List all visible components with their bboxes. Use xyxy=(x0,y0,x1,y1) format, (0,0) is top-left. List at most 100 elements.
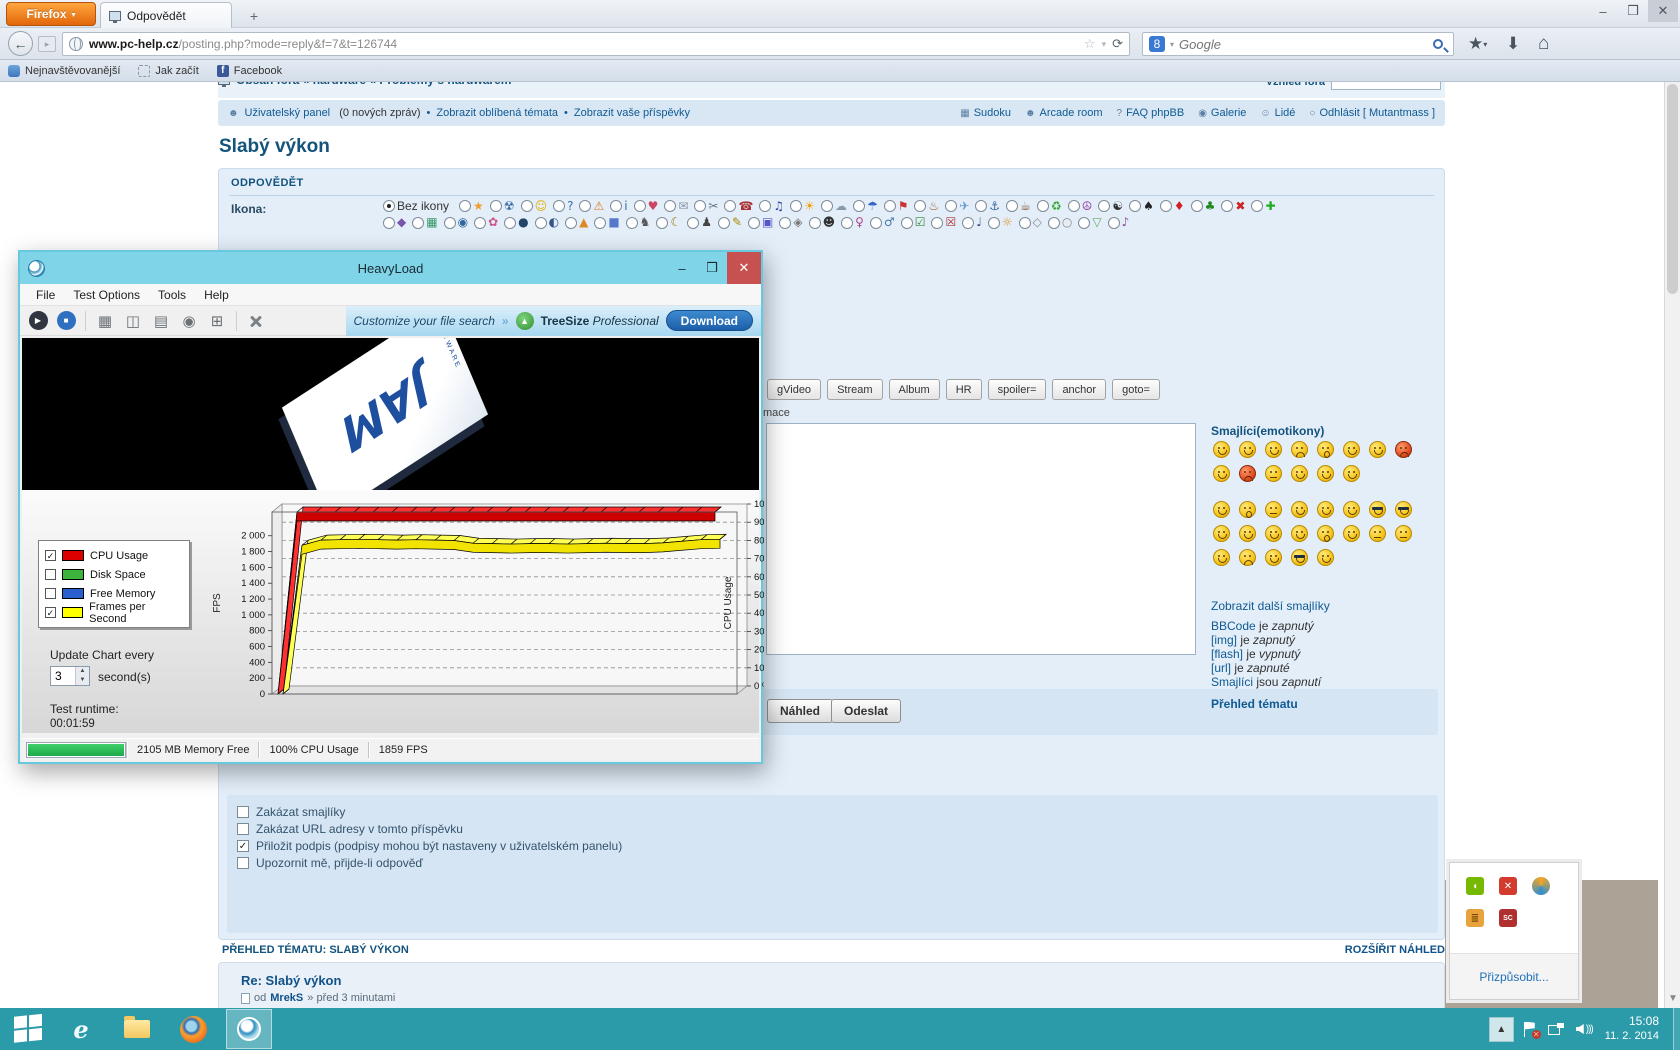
post-option-3[interactable]: Upozornit mě, přijde-li odpověď xyxy=(237,854,1438,871)
stop-test-icon[interactable]: ■ xyxy=(54,309,78,333)
radio-icon[interactable] xyxy=(808,216,821,229)
more-smilies-link[interactable]: Zobrazit další smajlíky xyxy=(1211,599,1330,613)
radio-icon[interactable] xyxy=(1190,200,1203,212)
url-dropdown-icon[interactable]: ▾ xyxy=(1102,39,1107,50)
interval-input[interactable] xyxy=(51,667,75,685)
download-button[interactable]: Download xyxy=(665,310,753,331)
icon-radio-19[interactable]: ♻ xyxy=(1035,199,1064,213)
radio-icon[interactable] xyxy=(900,216,913,229)
userbar-link-5[interactable]: ○ Odhlásit [ Mutantmass ] xyxy=(1309,107,1435,119)
bbcode-button-goto[interactable]: goto= xyxy=(1112,379,1160,400)
memory-test-icon[interactable]: ▤ xyxy=(149,309,173,333)
start-button[interactable] xyxy=(14,1013,48,1045)
icon-radio-38[interactable]: ✎ xyxy=(716,216,744,229)
radio-icon[interactable] xyxy=(1159,200,1172,212)
smiley-smile[interactable] xyxy=(1343,501,1360,518)
smiley-smile[interactable] xyxy=(1343,525,1360,542)
smiley-smile[interactable] xyxy=(1317,501,1334,518)
smiley-smile[interactable] xyxy=(1369,441,1386,458)
radio-icon[interactable] xyxy=(443,216,456,229)
radio-icon[interactable] xyxy=(975,200,988,212)
taskbar-firefox[interactable] xyxy=(170,1009,216,1049)
smiley-smile[interactable] xyxy=(1291,525,1308,542)
legend-checkbox-icon[interactable] xyxy=(45,569,56,580)
icon-radio-28[interactable]: ▦ xyxy=(410,216,439,229)
icon-radio-36[interactable]: ☾ xyxy=(654,216,683,229)
icon-radio-31[interactable]: ● xyxy=(502,216,530,229)
color-swirl-icon[interactable] xyxy=(1532,877,1550,895)
radio-icon[interactable] xyxy=(520,200,533,212)
bbcode-button-spoiler[interactable]: spoiler= xyxy=(987,379,1047,400)
radio-icon[interactable] xyxy=(852,200,865,212)
heavyload-titlebar[interactable]: HeavyLoad – ❒ ✕ xyxy=(20,252,761,284)
radio-icon[interactable] xyxy=(474,216,487,229)
icon-radio-40[interactable]: ◈ xyxy=(777,216,804,229)
radio-icon[interactable] xyxy=(883,200,896,212)
window-test-icon[interactable]: ⊞ xyxy=(205,309,229,333)
menu-file[interactable]: File xyxy=(28,286,63,304)
icon-radio-27[interactable]: ◆ xyxy=(381,216,408,229)
back-button[interactable]: ← xyxy=(8,31,33,56)
icon-radio-18[interactable]: ☕ xyxy=(1004,199,1033,213)
radio-icon[interactable] xyxy=(383,216,395,229)
preview-button[interactable]: Náhled xyxy=(767,699,834,723)
userbar-link-0[interactable]: ▦ Sudoku xyxy=(960,107,1011,119)
icon-radio-34[interactable]: ■ xyxy=(592,216,621,229)
start-test-icon[interactable]: ▶ xyxy=(26,309,50,333)
bbcode-button-Stream[interactable]: Stream xyxy=(827,379,883,400)
post-option-0[interactable]: Zakázat smajlíky xyxy=(237,803,1438,820)
site-identity-globe-icon[interactable] xyxy=(69,37,83,51)
bbcode-button-anchor[interactable]: anchor xyxy=(1052,379,1107,400)
icon-radio-42[interactable]: ♀ xyxy=(839,216,866,229)
radio-icon[interactable] xyxy=(724,200,737,212)
menu-test-options[interactable]: Test Options xyxy=(65,286,148,304)
icon-radio-5[interactable]: i xyxy=(608,199,629,213)
icon-radio-30[interactable]: ✿ xyxy=(472,216,500,229)
smiley-neutral[interactable] xyxy=(1369,525,1386,542)
menu-help[interactable]: Help xyxy=(196,286,237,304)
hl-minimize-button[interactable]: – xyxy=(667,252,697,284)
icon-radio-24[interactable]: ♣ xyxy=(1189,199,1218,213)
icon-radio-7[interactable]: ✉ xyxy=(662,199,690,213)
smiley-smile[interactable] xyxy=(1317,549,1334,566)
user-panel-link[interactable]: Uživatelský panel xyxy=(245,107,331,119)
radio-icon[interactable] xyxy=(687,216,700,229)
update-interval-stepper[interactable]: ▲▼ xyxy=(50,666,90,686)
settings-icon[interactable] xyxy=(244,309,268,333)
radio-icon[interactable] xyxy=(534,216,547,229)
radio-icon[interactable] xyxy=(987,216,1000,229)
scroll-down-icon[interactable]: ▼ xyxy=(1668,993,1678,1004)
radio-icon[interactable] xyxy=(610,200,623,212)
smiley-shock[interactable] xyxy=(1317,441,1334,458)
smiley-neutral[interactable] xyxy=(1395,525,1412,542)
icon-radio-12[interactable]: ☁ xyxy=(819,199,849,213)
icon-radio-14[interactable]: ⚑ xyxy=(882,199,911,213)
icon-radio-43[interactable]: ♂ xyxy=(868,216,897,229)
smiley-mad[interactable] xyxy=(1395,441,1412,458)
legend-checkbox-icon[interactable] xyxy=(45,588,56,599)
radio-icon[interactable] xyxy=(1078,216,1091,229)
smiley-smile[interactable] xyxy=(1213,525,1230,542)
firefox-menu-button[interactable]: Firefox ▾ xyxy=(6,2,96,26)
bbcode-code-link[interactable]: [flash] xyxy=(1211,647,1243,661)
userbar-link-2[interactable]: ? FAQ phpBB xyxy=(1117,107,1185,119)
expand-view-link[interactable]: ROZŠÍŘIT NÁHLED xyxy=(1345,944,1445,956)
smiley-sad[interactable] xyxy=(1291,441,1308,458)
icon-radio-48[interactable]: ◇ xyxy=(1017,216,1044,229)
smiley-smile[interactable] xyxy=(1291,501,1308,518)
legend-row-0[interactable]: ✓ CPU Usage xyxy=(45,546,183,565)
radio-icon[interactable] xyxy=(759,200,772,212)
your-posts-link[interactable]: Zobrazit vaše příspěvky xyxy=(574,107,690,119)
google-engine-icon[interactable]: 8 xyxy=(1149,36,1165,52)
style-select[interactable] xyxy=(1331,82,1441,90)
legend-checkbox-icon[interactable]: ✓ xyxy=(45,607,56,618)
smiley-smile[interactable] xyxy=(1239,441,1256,458)
smiley-shock[interactable] xyxy=(1239,501,1256,518)
post-option-2[interactable]: ✓ Přiložit podpis (podpisy mohou být nast… xyxy=(237,837,1438,854)
bookmark-most-visited[interactable]: Nejnavštěvovanější xyxy=(8,64,120,77)
radio-icon[interactable] xyxy=(504,216,517,229)
network-tray-button[interactable] xyxy=(1547,1023,1564,1035)
userbar-link-3[interactable]: ◉ Galerie xyxy=(1198,107,1246,119)
close-button[interactable]: ✕ xyxy=(1648,0,1678,22)
downloads-button[interactable]: ⬇ xyxy=(1506,32,1520,56)
